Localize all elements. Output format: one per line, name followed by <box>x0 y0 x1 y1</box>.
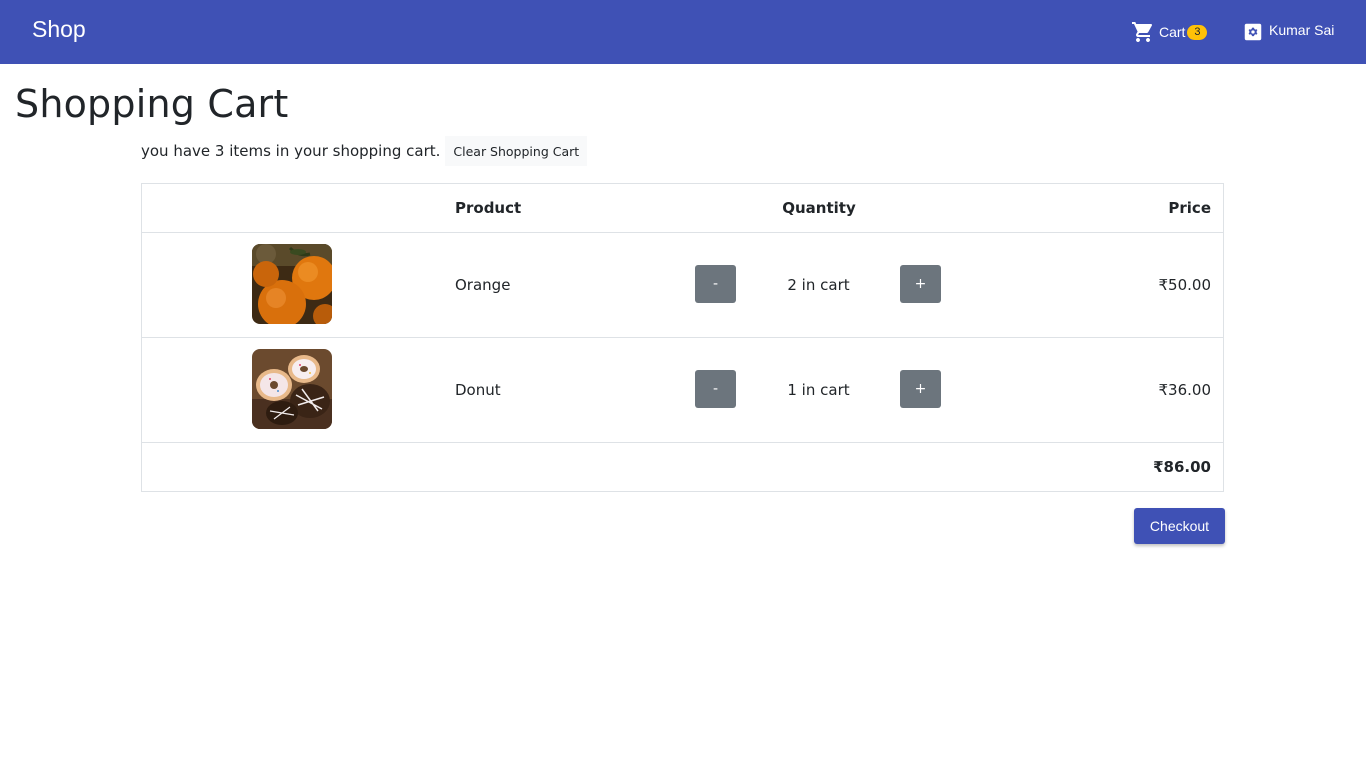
product-name: Orange <box>455 276 511 294</box>
cart-summary-text: you have 3 items in your shopping cart. <box>141 142 441 160</box>
quantity-value: 2 in cart <box>787 276 850 294</box>
orange-photo <box>252 244 332 324</box>
page-title: Shopping Cart <box>15 82 289 126</box>
table-row: Orange - 2 in cart + ₹50.00 <box>142 233 1223 338</box>
table-header: Product Quantity Price <box>142 184 1223 233</box>
product-price: ₹36.00 <box>1158 381 1212 399</box>
top-navbar: Shop Cart 3 Kumar Sai <box>0 0 1366 64</box>
checkout-button[interactable]: Checkout <box>1134 508 1225 544</box>
settings-gear-icon <box>1244 23 1262 41</box>
nav-user-menu[interactable]: Kumar Sai <box>1242 20 1334 44</box>
product-name: Donut <box>455 381 501 399</box>
cart-count-badge: 3 <box>1187 24 1208 40</box>
header-price: Price <box>1168 199 1211 217</box>
table-total-row: ₹86.00 <box>142 443 1223 491</box>
shopping-cart-icon <box>1132 22 1153 42</box>
header-quantity: Quantity <box>782 199 856 217</box>
clear-cart-button[interactable]: Clear Shopping Cart <box>445 136 588 166</box>
cart-summary: you have 3 items in your shopping cart. … <box>141 136 588 166</box>
donut-photo <box>252 349 332 429</box>
nav-cart-link[interactable]: Cart 3 <box>1131 20 1208 44</box>
product-image-donut <box>252 349 332 429</box>
table-row: Donut - 1 in cart + ₹36.00 <box>142 338 1223 443</box>
increase-quantity-button[interactable]: + <box>900 370 941 408</box>
increase-quantity-button[interactable]: + <box>900 265 941 303</box>
product-price: ₹50.00 <box>1158 276 1212 294</box>
decrease-quantity-button[interactable]: - <box>695 265 736 303</box>
nav-cart-label: Cart <box>1159 24 1186 40</box>
decrease-quantity-button[interactable]: - <box>695 370 736 408</box>
nav-user-name: Kumar Sai <box>1269 22 1335 38</box>
cart-total: ₹86.00 <box>1153 458 1211 476</box>
quantity-value: 1 in cart <box>787 381 850 399</box>
header-product: Product <box>455 199 522 217</box>
cart-table: Product Quantity Price Orange - 2 in car… <box>141 183 1224 492</box>
product-image-orange <box>252 244 332 324</box>
brand-logo[interactable]: Shop <box>32 16 86 43</box>
